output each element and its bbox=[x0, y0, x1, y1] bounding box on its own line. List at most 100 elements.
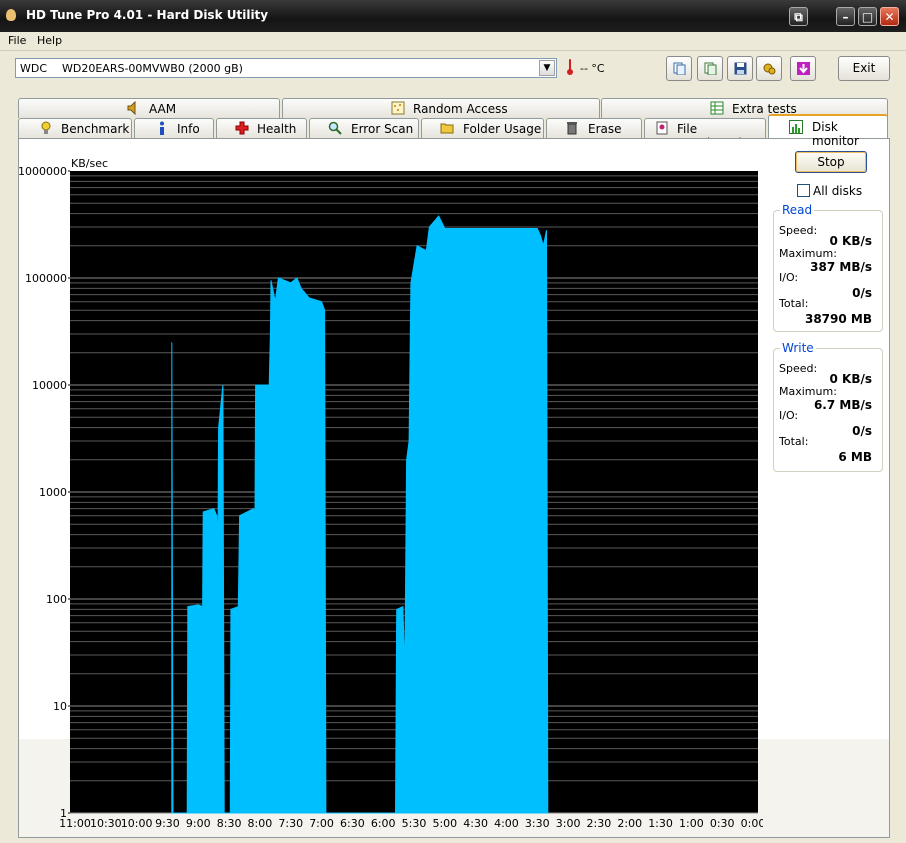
options-icon bbox=[763, 63, 776, 75]
x-tick-label: 8:00 bbox=[248, 817, 273, 830]
read-max-value: 387 MB/s bbox=[810, 260, 872, 274]
x-axis-tick-labels: 11:00 10:30 10:00 9:30 9:00 8:30 8:00 7:30 7:00 6… bbox=[59, 817, 763, 830]
tab-health-label: Health bbox=[257, 122, 297, 136]
maximize-icon[interactable]: □ bbox=[858, 7, 877, 26]
exit-button[interactable]: Exit bbox=[838, 56, 890, 81]
x-tick-label: 5:30 bbox=[402, 817, 427, 830]
read-speed-label: Speed: bbox=[779, 224, 818, 237]
temperature-readout: -- °C bbox=[580, 62, 605, 75]
x-tick-label: 7:00 bbox=[309, 817, 334, 830]
x-tick-label: 4:30 bbox=[463, 817, 488, 830]
tab-erase[interactable]: Erase bbox=[546, 118, 642, 138]
menu-bar: File Help bbox=[0, 32, 906, 50]
tab-aam[interactable]: AAM bbox=[18, 98, 280, 118]
y-axis-label: KB/sec bbox=[71, 157, 108, 170]
drive-select[interactable]: WDC WD20EARS-00MVWB0 (2000 gB) ▼ bbox=[15, 58, 557, 78]
options-button[interactable] bbox=[756, 56, 782, 81]
drive-model: WD20EARS-00MVWB0 (2000 gB) bbox=[62, 62, 243, 75]
x-tick-label: 9:30 bbox=[155, 817, 180, 830]
x-tick-label: 6:00 bbox=[371, 817, 396, 830]
file-benchmark-icon bbox=[656, 121, 668, 135]
download-button[interactable] bbox=[790, 56, 816, 81]
x-tick-label: 8:30 bbox=[217, 817, 242, 830]
bulb-icon bbox=[41, 121, 51, 134]
x-tick-label: 7:30 bbox=[278, 817, 303, 830]
read-group: Read Speed: 0 KB/s Maximum: 387 MB/s I/O… bbox=[773, 203, 883, 332]
copy-text-icon bbox=[673, 62, 686, 75]
stop-button[interactable]: Stop bbox=[795, 151, 867, 173]
y-tick-label: 1000 bbox=[39, 486, 67, 499]
read-group-title: Read bbox=[780, 203, 815, 217]
all-disks-checkbox[interactable] bbox=[797, 184, 810, 197]
tab-folder-usage[interactable]: Folder Usage bbox=[421, 118, 544, 138]
write-total-value: 6 MB bbox=[838, 450, 872, 464]
read-total-label: Total: bbox=[779, 297, 809, 310]
thermometer-icon bbox=[567, 59, 573, 75]
speaker-icon bbox=[127, 101, 136, 115]
restore-down-icon[interactable]: ⧉ bbox=[789, 7, 808, 26]
save-button[interactable] bbox=[727, 56, 753, 81]
x-tick-label: 2:00 bbox=[617, 817, 642, 830]
minimize-icon[interactable]: – bbox=[836, 7, 855, 26]
all-disks-label: All disks bbox=[813, 184, 863, 198]
write-max-label: Maximum: bbox=[779, 385, 837, 398]
y-tick-label: 100000 bbox=[25, 272, 67, 285]
write-group-title: Write bbox=[780, 341, 816, 355]
tab-health[interactable]: Health bbox=[216, 118, 307, 138]
tab-erase-label: Erase bbox=[588, 122, 622, 136]
y-tick-label: 10000 bbox=[32, 379, 67, 392]
x-tick-label: 0:30 bbox=[710, 817, 735, 830]
tab-info-label: Info bbox=[177, 122, 200, 136]
read-io-value: 0/s bbox=[852, 286, 872, 300]
window-title: HD Tune Pro 4.01 - Hard Disk Utility bbox=[26, 8, 269, 22]
app-icon bbox=[6, 9, 16, 21]
write-io-value: 0/s bbox=[852, 424, 872, 438]
save-icon bbox=[734, 62, 747, 75]
x-tick-label: 1:30 bbox=[648, 817, 673, 830]
tab-benchmark[interactable]: Benchmark bbox=[18, 118, 132, 138]
copy-screenshot-button[interactable] bbox=[697, 56, 723, 81]
tab-disk-monitor[interactable]: Disk monitor bbox=[768, 114, 888, 148]
menu-help[interactable]: Help bbox=[37, 34, 62, 47]
read-total-value: 38790 MB bbox=[804, 312, 872, 326]
tab-benchmark-label: Benchmark bbox=[61, 122, 130, 136]
x-tick-label: 2:30 bbox=[587, 817, 612, 830]
read-speed-value: 0 KB/s bbox=[829, 234, 873, 248]
tab-info[interactable]: Info bbox=[134, 118, 214, 138]
info-icon bbox=[160, 121, 164, 135]
read-io-label: I/O: bbox=[779, 271, 799, 284]
tab-disk-monitor-label: Disk monitor bbox=[812, 120, 859, 148]
random-grid-icon bbox=[391, 101, 405, 115]
tab-error-scan[interactable]: Error Scan bbox=[309, 118, 419, 138]
x-tick-label: 10:00 bbox=[121, 817, 153, 830]
drive-vendor: WDC bbox=[20, 62, 48, 75]
y-tick-label: 100 bbox=[46, 593, 67, 606]
x-tick-label: 6:30 bbox=[340, 817, 365, 830]
write-max-value: 6.7 MB/s bbox=[813, 398, 872, 412]
download-icon bbox=[797, 62, 810, 75]
write-total-label: Total: bbox=[779, 435, 809, 448]
write-group: Write Speed: 0 KB/s Maximum: 6.7 MB/s I/… bbox=[773, 341, 883, 472]
disk-monitor-chart: 1000000100000100001000100101 KB/sec 11:0… bbox=[18, 157, 763, 830]
y-axis-tick-labels: 1000000100000100001000100101 bbox=[18, 165, 70, 820]
chevron-down-icon[interactable]: ▼ bbox=[539, 60, 555, 76]
x-tick-label: 10:30 bbox=[90, 817, 122, 830]
toolbar-separator bbox=[0, 50, 906, 51]
x-tick-label: 9:00 bbox=[186, 817, 211, 830]
copy-text-button[interactable] bbox=[666, 56, 692, 81]
x-tick-label: 3:30 bbox=[525, 817, 550, 830]
tab-file-benchmark[interactable]: File Benchmark bbox=[644, 118, 766, 150]
title-bar: HD Tune Pro 4.01 - Hard Disk Utility ⧉ –… bbox=[0, 0, 906, 32]
x-tick-label: 1:00 bbox=[679, 817, 704, 830]
trash-icon bbox=[567, 122, 577, 135]
tab-random-access-label: Random Access bbox=[413, 102, 508, 116]
monitor-chart-icon bbox=[789, 120, 803, 134]
copy-screenshot-icon bbox=[704, 62, 717, 75]
close-icon[interactable]: ✕ bbox=[880, 7, 899, 26]
menu-file[interactable]: File bbox=[8, 34, 26, 47]
folder-icon bbox=[440, 123, 454, 134]
red-cross-icon bbox=[235, 121, 249, 135]
tab-error-scan-label: Error Scan bbox=[351, 122, 414, 136]
tab-random-access[interactable]: Random Access bbox=[282, 98, 600, 118]
x-tick-label: 0:00 bbox=[741, 817, 763, 830]
